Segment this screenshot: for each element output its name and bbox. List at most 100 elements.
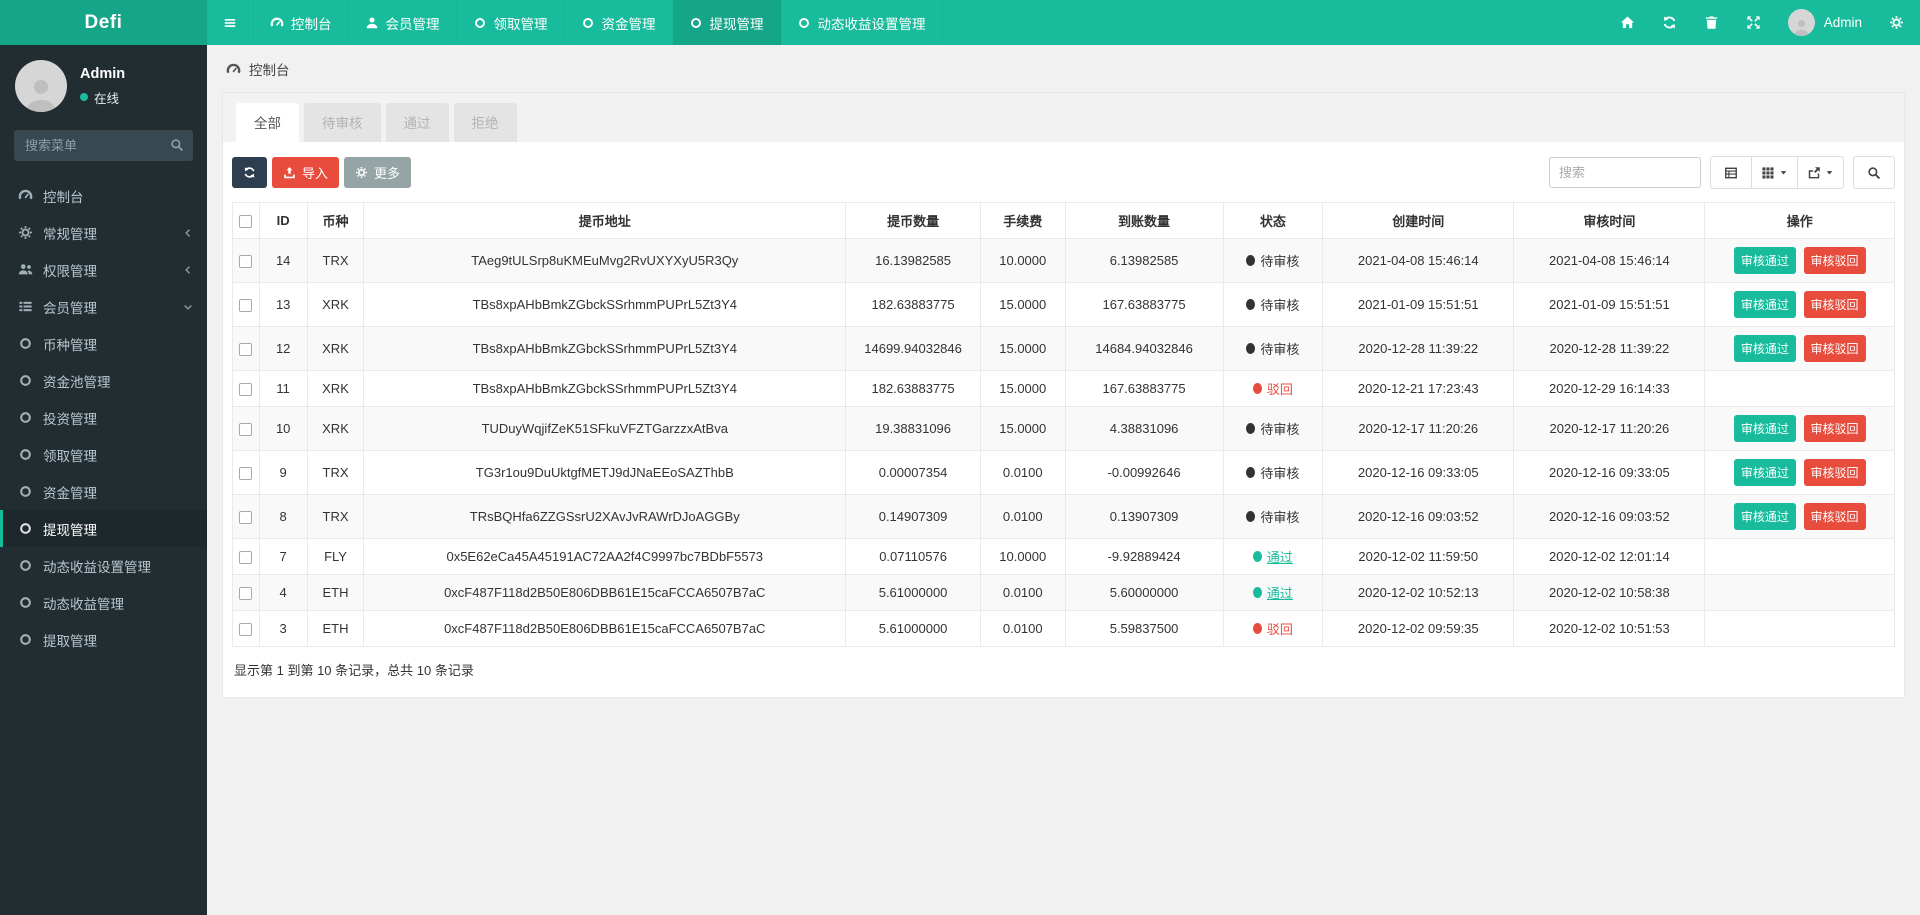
- row-checkbox[interactable]: [239, 511, 252, 524]
- sidebar-item-10[interactable]: 动态收益设置管理: [0, 547, 207, 584]
- cell-amount: 19.38831096: [846, 407, 981, 451]
- brand-logo[interactable]: Defi: [0, 0, 207, 45]
- search-icon[interactable]: [170, 138, 184, 152]
- user-icon: [365, 16, 379, 30]
- sidebar-item-5[interactable]: 资金池管理: [0, 362, 207, 399]
- layout-row: Admin 在线 控制台 常规管理 权限管理: [0, 45, 1920, 915]
- nav-item-0[interactable]: 控制台: [254, 0, 349, 45]
- cell-address: TBs8xpAHbBmkZGbckSSrhmmPUPrL5Zt3Y4: [364, 327, 846, 371]
- top-nav-items: 控制台 会员管理 领取管理 资金管理 提现管理 动态收益设置管理: [254, 0, 943, 45]
- nav-item-5[interactable]: 动态收益设置管理: [781, 0, 943, 45]
- cell-fee: 10.0000: [980, 239, 1065, 283]
- settings-gear-icon[interactable]: [1889, 15, 1904, 30]
- import-button[interactable]: 导入: [272, 157, 339, 188]
- row-checkbox[interactable]: [239, 255, 252, 268]
- sidebar-item-2[interactable]: 权限管理: [0, 251, 207, 288]
- cell-coin: TRX: [307, 495, 364, 539]
- nav-item-2[interactable]: 领取管理: [457, 0, 565, 45]
- approve-button[interactable]: 审核通过: [1734, 503, 1796, 530]
- export-icon: [1807, 166, 1821, 180]
- columns-button[interactable]: [1751, 156, 1798, 189]
- reject-button[interactable]: 审核驳回: [1804, 291, 1866, 318]
- reject-button[interactable]: 审核驳回: [1804, 459, 1866, 486]
- status-badge: 待审核: [1246, 419, 1299, 438]
- app-root: Defi 控制台 会员管理 领取管理 资金管理 提现管理 动态收益设置管理: [0, 0, 1920, 915]
- status-badge: 待审核: [1246, 463, 1299, 482]
- cell-address: TG3r1ou9DuUktgfMETJ9dJNaEEoSAZThbB: [364, 451, 846, 495]
- search-button[interactable]: [1853, 156, 1895, 189]
- status-dot-icon: [1246, 343, 1255, 354]
- cell-id: 10: [259, 407, 307, 451]
- export-button[interactable]: [1797, 156, 1844, 189]
- tab-2[interactable]: 通过: [386, 103, 449, 142]
- row-checkbox[interactable]: [239, 467, 252, 480]
- sidebar-item-9[interactable]: 提现管理: [0, 510, 207, 547]
- sidebar-item-1[interactable]: 常规管理: [0, 214, 207, 251]
- sidebar-item-4[interactable]: 币种管理: [0, 325, 207, 362]
- cell-actions: 审核通过 审核驳回: [1705, 327, 1895, 371]
- row-checkbox[interactable]: [239, 551, 252, 564]
- sidebar-item-7[interactable]: 领取管理: [0, 436, 207, 473]
- row-checkbox[interactable]: [239, 343, 252, 356]
- approve-button[interactable]: 审核通过: [1734, 415, 1796, 442]
- cell-coin: XRK: [307, 327, 364, 371]
- reject-button[interactable]: 审核驳回: [1804, 335, 1866, 362]
- user-menu[interactable]: Admin: [1788, 9, 1862, 36]
- cell-address: 0x5E62eCa45A45191AC72AA2f4C9997bc7BDbF55…: [364, 539, 846, 575]
- refresh-button[interactable]: [232, 157, 267, 188]
- approve-button[interactable]: 审核通过: [1734, 459, 1796, 486]
- sidebar-toggle-button[interactable]: [207, 0, 254, 45]
- row-checkbox[interactable]: [239, 623, 252, 636]
- select-all-cell: [233, 203, 260, 239]
- sidebar-item-3[interactable]: 会员管理: [0, 288, 207, 325]
- reject-button[interactable]: 审核驳回: [1804, 503, 1866, 530]
- cell-address: TAeg9tULSrp8uKMEuMvg2RvUXYXyU5R3Qy: [364, 239, 846, 283]
- cell-actions: [1705, 539, 1895, 575]
- more-button[interactable]: 更多: [344, 157, 411, 188]
- home-icon[interactable]: [1620, 15, 1635, 30]
- sidebar-item-8[interactable]: 资金管理: [0, 473, 207, 510]
- sidebar-item-0[interactable]: 控制台: [0, 177, 207, 214]
- cell-received: 167.63883775: [1065, 371, 1223, 407]
- approve-button[interactable]: 审核通过: [1734, 247, 1796, 274]
- row-checkbox[interactable]: [239, 383, 252, 396]
- trash-icon[interactable]: [1704, 15, 1719, 30]
- nav-item-1[interactable]: 会员管理: [349, 0, 457, 45]
- cell-address: TRsBQHfa6ZZGSsrU2XAvJvRAWrDJoAGGBy: [364, 495, 846, 539]
- refresh-icon[interactable]: [1662, 15, 1677, 30]
- sidebar-item-11[interactable]: 动态收益管理: [0, 584, 207, 621]
- nav-item-3[interactable]: 资金管理: [565, 0, 673, 45]
- nav-item-label: 控制台: [291, 13, 332, 33]
- cell-amount: 0.07110576: [846, 539, 981, 575]
- expand-icon[interactable]: [1746, 15, 1761, 30]
- cell-actions: 审核通过 审核驳回: [1705, 283, 1895, 327]
- row-checkbox[interactable]: [239, 587, 252, 600]
- checkbox-cell: [233, 611, 260, 647]
- cell-status: 待审核: [1223, 327, 1323, 371]
- table-search-input[interactable]: [1549, 157, 1701, 188]
- row-checkbox[interactable]: [239, 299, 252, 312]
- reject-button[interactable]: 审核驳回: [1804, 247, 1866, 274]
- sidebar-item-label: 动态收益设置管理: [43, 556, 151, 576]
- detail-view-button[interactable]: [1710, 156, 1752, 189]
- checkbox-cell: [233, 495, 260, 539]
- reject-button[interactable]: 审核驳回: [1804, 415, 1866, 442]
- cell-actions: 审核通过 审核驳回: [1705, 407, 1895, 451]
- sidebar-item-6[interactable]: 投资管理: [0, 399, 207, 436]
- cell-coin: ETH: [307, 611, 364, 647]
- checkbox-cell: [233, 451, 260, 495]
- sidebar-item-12[interactable]: 提取管理: [0, 621, 207, 658]
- nav-item-4[interactable]: 提现管理: [673, 0, 781, 45]
- row-checkbox[interactable]: [239, 423, 252, 436]
- table-row: 14TRXTAeg9tULSrp8uKMEuMvg2RvUXYXyU5R3Qy1…: [233, 239, 1895, 283]
- cell-status: 通过: [1223, 575, 1323, 611]
- cell-audited: 2021-01-09 15:51:51: [1514, 283, 1705, 327]
- tab-3[interactable]: 拒绝: [454, 103, 517, 142]
- sidebar-search-input[interactable]: [14, 130, 193, 161]
- approve-button[interactable]: 审核通过: [1734, 291, 1796, 318]
- tab-0[interactable]: 全部: [236, 103, 299, 142]
- approve-button[interactable]: 审核通过: [1734, 335, 1796, 362]
- select-all-checkbox[interactable]: [239, 215, 252, 228]
- nav-item-label: 会员管理: [386, 13, 440, 33]
- tab-1[interactable]: 待审核: [304, 103, 381, 142]
